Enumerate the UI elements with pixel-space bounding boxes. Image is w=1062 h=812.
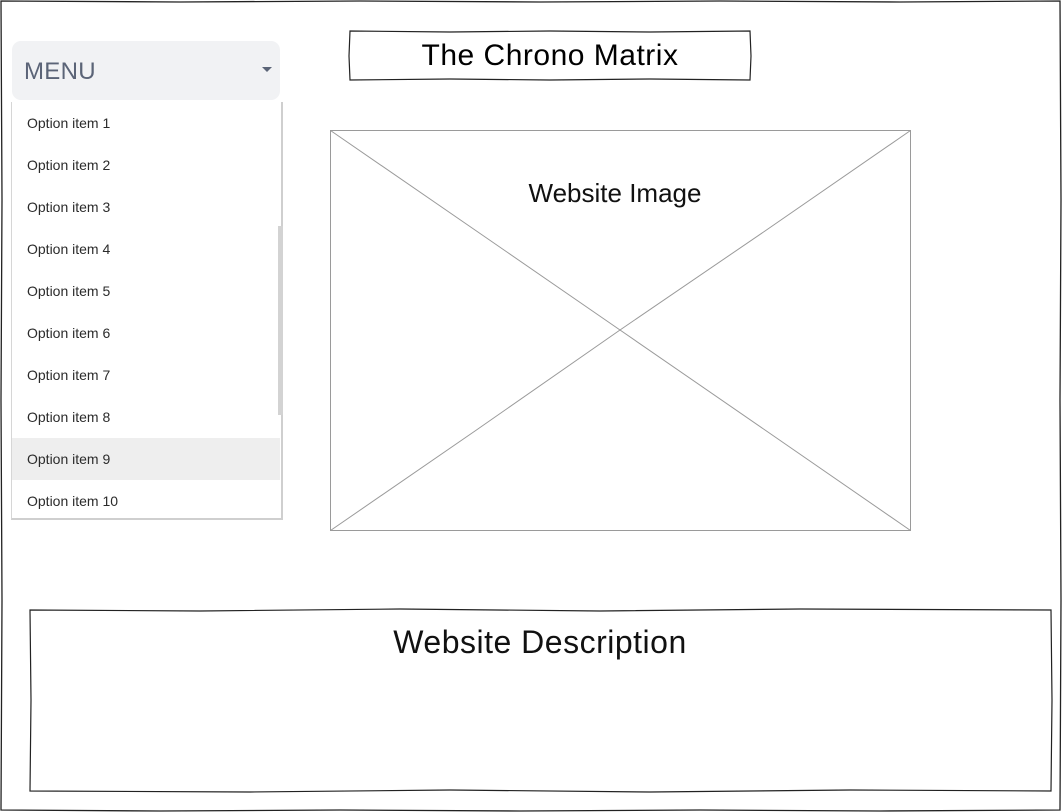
menu-option-8[interactable]: Option item 8 [12,396,280,438]
menu-dropdown-list: Option item 1 Option item 2 Option item … [11,102,283,520]
menu-option-9[interactable]: Option item 9 [12,438,280,480]
site-title: The Chrono Matrix [421,38,679,72]
menu-scrollbar[interactable] [278,226,283,415]
menu-option-7[interactable]: Option item 7 [12,354,280,396]
image-placeholder-label: Website Image [528,178,702,208]
menu-dropdown-toggle[interactable]: MENU [12,41,280,100]
menu-option-2[interactable]: Option item 2 [12,144,280,186]
menu-option-4[interactable]: Option item 4 [12,228,280,270]
menu-option-10[interactable]: Option item 10 [12,480,280,518]
description-title: Website Description [393,624,687,660]
menu-option-3[interactable]: Option item 3 [12,186,280,228]
menu-option-6[interactable]: Option item 6 [12,312,280,354]
menu-option-5[interactable]: Option item 5 [12,270,280,312]
caret-down-icon [262,67,272,72]
menu-option-1[interactable]: Option item 1 [12,102,280,144]
menu-label: MENU [24,58,96,85]
